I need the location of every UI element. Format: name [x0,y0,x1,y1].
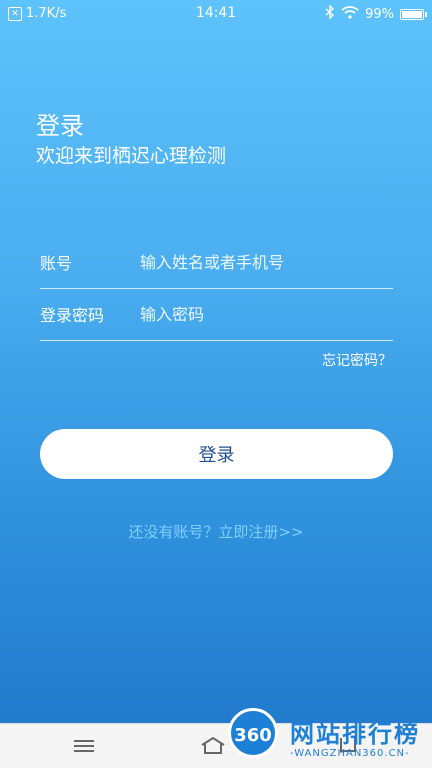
forgot-password-link[interactable]: 忘记密码？ [322,350,392,370]
login-button[interactable]: 登录 [40,429,393,479]
status-bar: ✕ 1.7K/s 14:41 99% [0,0,432,28]
watermark-logo: 360 [228,708,278,758]
welcome-subtitle: 欢迎来到栖迟心理检测 [36,145,227,167]
wifi-icon [341,5,359,23]
battery-icon [400,8,427,20]
account-label: 账号 [40,254,73,273]
status-right: 99% [325,4,427,23]
password-input[interactable] [140,304,393,324]
page-title: 登录 [36,112,84,140]
account-field: 账号 [40,236,393,289]
battery-level [402,10,422,18]
bluetooth-icon [325,4,335,23]
home-icon[interactable] [200,736,226,758]
watermark: 360 网站排行榜 -WANGZHAN360.CN- [224,704,432,768]
watermark-url: -WANGZHAN360.CN- [290,748,410,759]
login-screen: ✕ 1.7K/s 14:41 99% 登录 欢迎来到栖迟心理检测 账号 登录密码… [0,0,432,768]
password-label: 登录密码 [40,306,105,325]
menu-icon[interactable] [74,740,94,753]
battery-percent: 99% [365,6,394,22]
watermark-text: 网站排行榜 [290,720,420,748]
account-input[interactable] [140,252,393,272]
register-link[interactable]: 还没有账号？立即注册>> [0,521,432,542]
password-field: 登录密码 [40,288,393,341]
